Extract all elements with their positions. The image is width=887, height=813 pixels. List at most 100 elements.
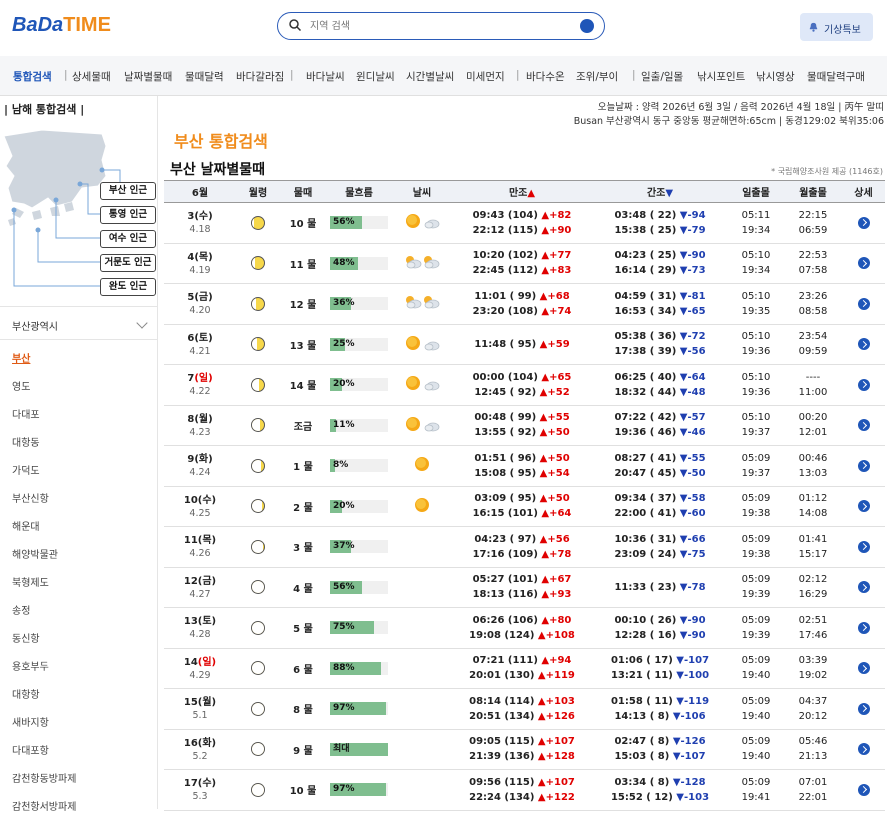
- high-tide-cell: 01:51 ( 96) ▲+50 15:08 ( 95) ▲+54: [452, 445, 592, 487]
- detail-arrow-icon[interactable]: [857, 783, 870, 796]
- detail-arrow-icon[interactable]: [857, 540, 870, 553]
- table-row: 7(일) 4.22 14 물 20% 00:00 (104) ▲+65 12:45 ( 9…: [164, 364, 885, 406]
- nav-item-13[interactable]: 낚시영상: [756, 69, 795, 84]
- nav-item-14[interactable]: 물때달력구매: [807, 69, 865, 84]
- tide-day-cell: 13 물: [280, 324, 326, 365]
- moon-shadow: [252, 500, 262, 513]
- port-item[interactable]: 감천항서방파제: [12, 798, 76, 813]
- logo-part2: TIME: [63, 14, 111, 36]
- geomundo-near-button[interactable]: 거문도 인근: [100, 254, 156, 272]
- sunrise-sunset-cell: 05:10 19:34: [728, 243, 784, 284]
- port-item[interactable]: 부산신항: [12, 490, 49, 505]
- flow-cell: 25%: [326, 324, 392, 365]
- nav-item-0[interactable]: 통합검색: [13, 69, 52, 84]
- port-item[interactable]: 감천항동방파제: [12, 770, 76, 785]
- sunrise-time: 05:10: [741, 290, 771, 302]
- search-input[interactable]: [310, 17, 560, 35]
- nav-item-3[interactable]: 물때달력: [185, 69, 224, 84]
- port-item[interactable]: 새바지항: [12, 714, 49, 729]
- day-number: 15: [183, 697, 198, 709]
- detail-arrow-icon[interactable]: [857, 500, 870, 513]
- nav-item-11[interactable]: 일출/일몰: [641, 69, 683, 84]
- weather-warning-button[interactable]: 기상특보: [800, 13, 873, 41]
- detail-arrow-icon[interactable]: [857, 662, 870, 675]
- detail-arrow-icon[interactable]: [857, 459, 870, 472]
- nav-item-2[interactable]: 날짜별물때: [124, 69, 172, 84]
- nav-item-4[interactable]: 바다갈라짐: [236, 69, 284, 84]
- port-item[interactable]: 대항동: [12, 434, 40, 449]
- port-item[interactable]: 다대포: [12, 406, 40, 421]
- nav-item-9[interactable]: 바다수온: [526, 69, 565, 84]
- high-tide-cell: 04:23 ( 97) ▲+56 17:16 (109) ▲+78: [452, 526, 592, 568]
- tide-time-height: 23:20 (108): [472, 305, 538, 317]
- tide-diff: +64: [549, 508, 572, 520]
- port-item[interactable]: 부산: [12, 350, 30, 365]
- up-arrow-icon: ▲: [534, 670, 546, 682]
- port-item[interactable]: 동신항: [12, 630, 40, 645]
- detail-cell: [842, 243, 885, 284]
- col-header-8: 월출몰: [784, 180, 842, 203]
- busan-near-button[interactable]: 부산 인근: [100, 182, 156, 200]
- nav-item-6[interactable]: 윈디날씨: [356, 69, 395, 84]
- down-arrow-icon: ▼: [672, 670, 684, 682]
- port-item[interactable]: 영도: [12, 378, 30, 393]
- lunar-date: 4.27: [189, 588, 211, 600]
- port-item[interactable]: 다대포항: [12, 742, 49, 757]
- detail-arrow-icon[interactable]: [857, 621, 870, 634]
- detail-arrow-icon[interactable]: [857, 257, 870, 270]
- port-item[interactable]: 해운대: [12, 518, 40, 533]
- sunrise-sunset-cell: 05:09 19:39: [728, 607, 784, 649]
- search-box[interactable]: [277, 12, 605, 40]
- tide-diff: -106: [680, 710, 706, 722]
- flow-cell: 97%: [326, 688, 392, 730]
- detail-cell: [842, 486, 885, 527]
- detail-arrow-icon[interactable]: [857, 581, 870, 594]
- nav-item-12[interactable]: 낚시포인트: [697, 69, 745, 84]
- table-header: 6월 월령 물때 물흐름 날씨 만조▲ 간조▼ 일출몰 월출몰 상세: [164, 180, 885, 203]
- up-arrow-icon: ▲: [536, 386, 548, 398]
- sun-icon: [406, 214, 420, 229]
- detail-arrow-icon[interactable]: [857, 743, 870, 756]
- region-select[interactable]: 부산광역시: [0, 306, 158, 340]
- tide-entry: 22:24 (134) ▲+122: [452, 790, 592, 805]
- yeosu-near-button[interactable]: 여수 인근: [100, 230, 156, 248]
- bada-time-logo[interactable]: BaDaTIME: [12, 14, 111, 37]
- nav-item-1[interactable]: 상세물때: [72, 69, 111, 84]
- detail-arrow-icon[interactable]: [857, 378, 870, 391]
- tide-time-height: 20:01 (130): [469, 670, 535, 682]
- tide-entry: 00:48 ( 99) ▲+55: [452, 410, 592, 425]
- nav-item-8[interactable]: 미세먼지: [466, 69, 505, 84]
- port-item[interactable]: 해양박물관: [12, 546, 58, 561]
- tide-day-label: 5 물: [293, 624, 313, 636]
- nav-item-7[interactable]: 시간별날씨: [406, 69, 454, 84]
- detail-arrow-icon[interactable]: [857, 702, 870, 715]
- weather-cell: [392, 243, 452, 284]
- weather-cell: [392, 769, 452, 811]
- moon-phase-icon: [251, 377, 265, 392]
- detail-arrow-icon[interactable]: [857, 419, 870, 432]
- port-item[interactable]: 가덕도: [12, 462, 40, 477]
- detail-arrow-icon[interactable]: [857, 338, 870, 351]
- moonrise-moonset-cell: 01:12 14:08: [784, 486, 842, 527]
- port-item[interactable]: 대항항: [12, 686, 40, 701]
- up-arrow-icon: ▲: [536, 338, 548, 350]
- search-submit-icon[interactable]: [580, 19, 594, 33]
- detail-arrow-icon[interactable]: [857, 216, 870, 229]
- sunrise-time: 05:09: [741, 574, 771, 586]
- wando-near-button[interactable]: 완도 인근: [100, 278, 156, 296]
- day-label: 5(금): [164, 291, 236, 305]
- weather-cell: [392, 648, 452, 689]
- moonrise-time: 22:53: [798, 250, 828, 262]
- port-item[interactable]: 용호부두: [12, 658, 49, 673]
- port-item[interactable]: 북형제도: [12, 574, 49, 589]
- detail-arrow-icon[interactable]: [857, 297, 870, 310]
- port-item[interactable]: 송정: [12, 602, 30, 617]
- nav-item-5[interactable]: 바다날씨: [306, 69, 345, 84]
- nav-item-10[interactable]: 조위/부이: [576, 69, 618, 84]
- tide-day-cell: 11 물: [280, 243, 326, 284]
- high-tide-cell: 00:00 (104) ▲+65 12:45 ( 92) ▲+52: [452, 364, 592, 406]
- detail-cell: [842, 324, 885, 365]
- tongyeong-near-button[interactable]: 통영 인근: [100, 206, 156, 224]
- cloud-icon: [424, 422, 440, 432]
- down-arrow-icon: ▼: [676, 305, 688, 317]
